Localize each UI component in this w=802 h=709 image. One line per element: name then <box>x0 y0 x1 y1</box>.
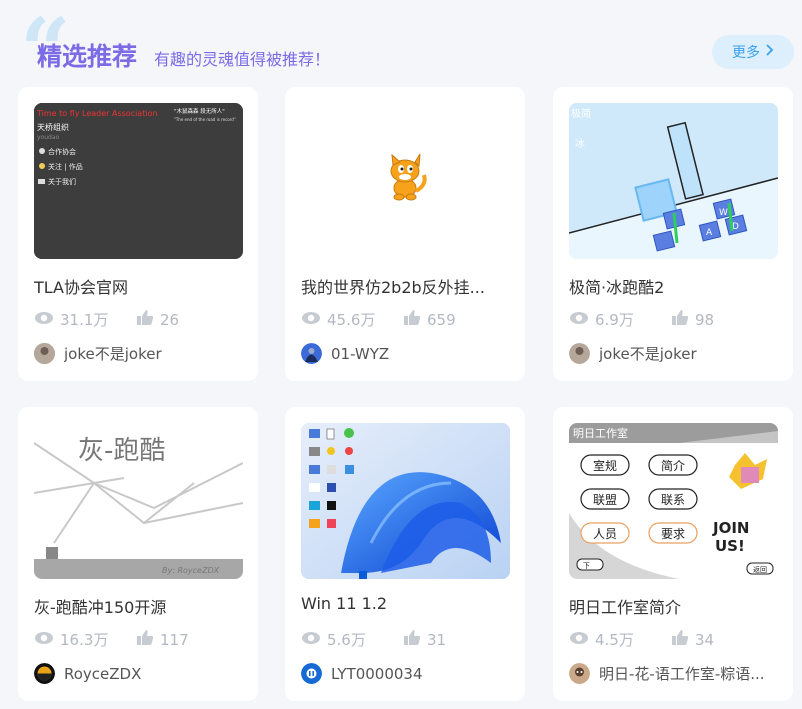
author[interactable]: RoyceZDX <box>34 663 249 684</box>
project-stats: 45.6万 659 <box>301 309 456 330</box>
thumbs-up-icon <box>403 629 421 650</box>
thumb-quote: "木鼠森森 段无所人" <box>174 107 225 115</box>
thumb-button: 返回 <box>753 566 767 574</box>
avatar <box>569 663 590 684</box>
project-thumbnail: 极简 冰 W A D <box>569 103 778 259</box>
thumb-button: 简介 <box>661 459 685 473</box>
project-card[interactable]: 灰-跑酷 By: RoyceZDX 灰-跑酷冲150开源 16.3万 117 R… <box>18 407 258 701</box>
author-name: 明日-花-语工作室-粽语... <box>599 665 765 683</box>
thumb-banner: 明日工作室 <box>573 426 628 440</box>
eye-icon <box>34 311 54 329</box>
project-stats: 5.6万 31 <box>301 629 446 650</box>
avatar <box>569 343 590 364</box>
thumb-menu: 关于我们 <box>48 177 76 186</box>
key-label: W <box>719 208 728 218</box>
project-thumbnail: 明日工作室 室规 简介 联盟 联系 人员 要求 JOIN US! 下 返回 <box>569 423 778 579</box>
author-name: 01-WYZ <box>331 344 390 363</box>
section-title: 精选推荐 <box>37 42 138 71</box>
project-stats: 6.9万 98 <box>569 309 714 330</box>
chevron-right-icon <box>764 44 774 60</box>
author-name: joke不是joker <box>64 345 162 363</box>
avatar <box>301 663 322 684</box>
like-count: 659 <box>427 310 456 329</box>
thumbs-up-icon <box>403 309 421 330</box>
thumb-heading: 灰-跑酷 <box>78 436 165 466</box>
like-count: 31 <box>427 630 447 649</box>
project-stats: 31.1万 26 <box>34 309 179 330</box>
project-card[interactable]: Win 11 1.2 5.6万 31 LYT0000034 <box>285 407 525 701</box>
eye-icon <box>301 311 321 329</box>
avatar <box>34 343 55 364</box>
thumbs-up-icon <box>136 309 154 330</box>
project-title: 明日工作室简介 <box>569 598 682 617</box>
like-count: 26 <box>160 310 180 329</box>
project-stats: 4.5万 34 <box>569 629 714 650</box>
section-subtitle: 有趣的灵魂值得被推荐！ <box>154 50 331 69</box>
thumb-org: 天桥组织 <box>37 122 69 132</box>
thumb-text: 极简 <box>571 107 591 120</box>
thumb-button: 室规 <box>593 458 617 473</box>
view-count: 31.1万 <box>60 311 109 329</box>
more-button[interactable]: 更多 <box>712 35 794 69</box>
like-count: 117 <box>160 630 189 649</box>
like-count: 98 <box>695 310 715 329</box>
project-thumbnail <box>301 423 510 579</box>
thumb-button: 联系 <box>661 493 685 507</box>
project-card[interactable]: 明日工作室 室规 简介 联盟 联系 人员 要求 JOIN US! 下 返回 明日… <box>553 407 793 701</box>
thumbs-up-icon <box>136 629 154 650</box>
thumb-signature: By: RoyceZDX <box>162 566 220 575</box>
thumb-join: JOIN <box>712 519 749 537</box>
view-count: 6.9万 <box>595 311 634 329</box>
project-thumbnail: Time to fly Leader Association "木鼠森森 段无所… <box>34 103 243 259</box>
key-label: A <box>706 228 713 238</box>
eye-icon <box>301 631 321 649</box>
eye-icon <box>569 631 589 649</box>
author[interactable]: joke不是joker <box>34 343 249 364</box>
eye-icon <box>34 631 54 649</box>
thumb-join: US! <box>715 537 745 555</box>
avatar <box>34 663 55 684</box>
thumb-text: 冰 <box>575 137 585 150</box>
author[interactable]: joke不是joker <box>569 343 784 364</box>
project-title: 灰-跑酷冲150开源 <box>34 598 167 617</box>
thumb-quote: "The end of the road is record" <box>174 117 236 122</box>
thumb-sub: youdao <box>37 134 60 141</box>
more-label: 更多 <box>732 45 760 61</box>
thumb-menu: 关注 | 作品 <box>48 162 83 171</box>
project-thumbnail: 灰-跑酷 By: RoyceZDX <box>34 423 243 579</box>
thumbs-up-icon <box>671 309 689 330</box>
project-thumbnail <box>301 103 510 259</box>
author-name: joke不是joker <box>599 345 697 363</box>
scratch-cat-icon <box>301 103 510 259</box>
project-card[interactable]: 极简 冰 W A D 极简·冰跑酷2 6.9万 98 joke不是joker <box>553 87 793 381</box>
like-count: 34 <box>695 630 715 649</box>
view-count: 4.5万 <box>595 631 634 649</box>
project-card[interactable]: 我的世界仿2b2b反外挂... 45.6万 659 01-WYZ <box>285 87 525 381</box>
thumb-button: 要求 <box>661 527 685 541</box>
author[interactable]: 明日-花-语工作室-粽语... <box>569 663 784 684</box>
author[interactable]: 01-WYZ <box>301 343 516 364</box>
thumbs-up-icon <box>671 629 689 650</box>
thumb-button: 下 <box>583 562 590 570</box>
eye-icon <box>569 311 589 329</box>
thumb-menu: 合作协会 <box>48 147 76 156</box>
avatar <box>301 343 322 364</box>
project-title: 极简·冰跑酷2 <box>569 278 665 297</box>
view-count: 16.3万 <box>60 631 109 649</box>
author-name: RoyceZDX <box>64 664 142 683</box>
thumb-button: 人员 <box>593 527 617 541</box>
project-title: 我的世界仿2b2b反外挂... <box>301 278 485 297</box>
project-title: TLA协会官网 <box>34 278 129 297</box>
project-title: Win 11 1.2 <box>301 594 388 613</box>
view-count: 5.6万 <box>327 631 366 649</box>
thumb-button: 联盟 <box>593 493 617 507</box>
author[interactable]: LYT0000034 <box>301 663 516 684</box>
view-count: 45.6万 <box>327 311 376 329</box>
author-name: LYT0000034 <box>331 664 423 683</box>
thumb-banner: Time to fly Leader Association <box>36 109 158 118</box>
project-stats: 16.3万 117 <box>34 629 189 650</box>
project-card[interactable]: Time to fly Leader Association "木鼠森森 段无所… <box>18 87 258 381</box>
